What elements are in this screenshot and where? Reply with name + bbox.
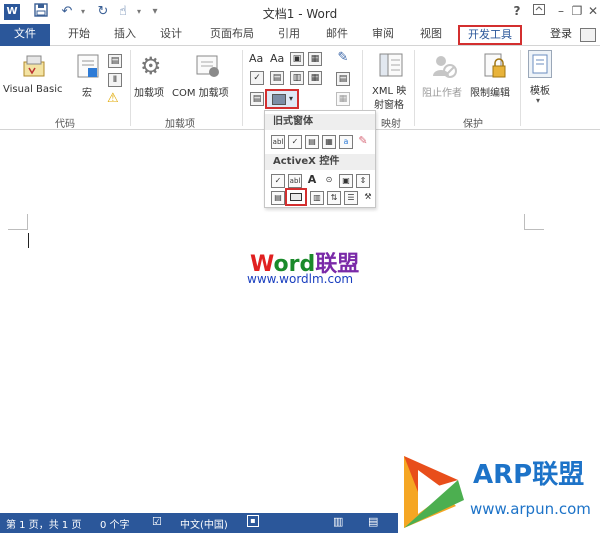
tab-insert[interactable]: 插入 xyxy=(106,24,144,46)
activex-listbox-icon[interactable]: ▥ xyxy=(310,191,324,205)
group-controls-icon[interactable]: ▦ xyxy=(336,92,350,106)
proofing-icon[interactable]: ☑ xyxy=(152,515,162,528)
macro-recording-icon[interactable]: ▪ xyxy=(247,515,259,527)
group-divider xyxy=(520,50,521,126)
legacy-checkbox-icon[interactable]: ✓ xyxy=(288,135,302,149)
group-divider xyxy=(414,50,415,126)
tab-review[interactable]: 审阅 xyxy=(364,24,402,46)
help-button[interactable]: ? xyxy=(506,2,528,20)
activex-image-icon[interactable]: ▣ xyxy=(339,174,353,188)
visual-basic-icon[interactable] xyxy=(20,52,48,83)
tab-view[interactable]: 视图 xyxy=(412,24,450,46)
watermark-url: www.wordlm.com xyxy=(247,272,354,286)
restrict-editing-icon[interactable] xyxy=(482,52,508,83)
building-block-control-icon[interactable]: ▦ xyxy=(308,52,322,66)
restrict-editing-button[interactable]: 限制编辑 xyxy=(470,84,510,99)
login-link[interactable]: 登录 xyxy=(550,24,572,46)
tab-developer[interactable]: 开发工具 xyxy=(458,25,522,45)
protect-group-label: 保护 xyxy=(463,119,483,130)
activex-option-button-icon[interactable]: ⊙ xyxy=(322,174,336,188)
legacy-tools-button[interactable]: ▾ xyxy=(265,89,299,109)
templates-chevron-down-icon[interactable]: ▾ xyxy=(536,96,540,105)
activex-checkbox-icon[interactable]: ✓ xyxy=(271,174,285,188)
insert-frame-icon[interactable]: ▦ xyxy=(322,135,336,149)
activex-combobox-icon[interactable]: ▤ xyxy=(271,191,285,205)
design-mode-icon[interactable]: ✎ xyxy=(336,51,350,66)
block-authors-icon[interactable] xyxy=(430,52,458,83)
templates-icon[interactable] xyxy=(528,50,552,78)
language-status[interactable]: 中文(中国) xyxy=(180,516,228,531)
word-count-status[interactable]: 0 个字 xyxy=(100,516,130,531)
arp-logo-badge: ARP联盟 www.arpun.com xyxy=(398,448,600,533)
rich-text-content-control-button[interactable]: Aa xyxy=(249,52,263,65)
arp-play-icon xyxy=(404,456,464,528)
dropdown-list-control-icon[interactable]: ▥ xyxy=(290,71,304,85)
activex-scrollbar-icon[interactable]: ☰ xyxy=(344,191,358,205)
properties-icon[interactable]: ▤ xyxy=(336,72,350,86)
page-count-status[interactable]: 第 1 页，共 1 页 xyxy=(6,516,81,531)
activex-textbox-icon[interactable]: abl xyxy=(288,174,302,188)
activex-label-icon[interactable]: A xyxy=(305,174,319,188)
text-cursor xyxy=(28,233,29,248)
arp-logo-url: www.arpun.com xyxy=(470,500,591,518)
macros-icon[interactable] xyxy=(76,52,100,83)
close-icon[interactable]: ✕ xyxy=(582,2,600,20)
legacy-text-field-icon[interactable]: abl xyxy=(271,135,285,149)
print-layout-icon[interactable]: ▤ xyxy=(368,515,378,528)
legacy-dropdown-field-icon[interactable]: ▤ xyxy=(305,135,319,149)
group-divider xyxy=(242,50,243,126)
combo-box-control-icon[interactable]: ▤ xyxy=(270,71,284,85)
tab-design[interactable]: 设计 xyxy=(152,24,190,46)
pause-recording-icon[interactable]: Ⅱ xyxy=(108,73,122,87)
xml-mapping-icon[interactable] xyxy=(378,52,404,81)
xml-mapping-button-line2[interactable]: 射窗格 xyxy=(374,96,404,111)
crop-mark-top-right xyxy=(524,214,544,230)
legacy-tools-dropdown: 旧式窗体 abl ✓ ▤ ▦ a ✎ ActiveX 控件 ✓ abl A ⊙ … xyxy=(264,110,376,208)
checkbox-content-control-icon[interactable]: ✓ xyxy=(250,71,264,85)
tab-references[interactable]: 引用 xyxy=(270,24,308,46)
activex-spin-button-icon[interactable]: ⇕ xyxy=(356,174,370,188)
code-group-label: 代码 xyxy=(55,119,75,130)
picture-content-control-icon[interactable]: ▣ xyxy=(290,52,304,66)
record-macro-icon[interactable]: ▤ xyxy=(108,54,122,68)
activex-more-controls-icon[interactable]: ⚒ xyxy=(361,191,375,205)
activex-controls-header: ActiveX 控件 xyxy=(265,154,375,170)
read-mode-icon[interactable]: ▥ xyxy=(333,515,343,528)
legacy-tools-icon xyxy=(272,94,286,105)
legacy-forms-header: 旧式窗体 xyxy=(265,114,375,130)
macro-security-icon[interactable]: ⚠ xyxy=(107,92,123,106)
addins-group-label: 加载项 xyxy=(165,119,195,130)
tab-file[interactable]: 文件 xyxy=(0,24,50,46)
crop-mark-top-left xyxy=(8,214,28,230)
arp-logo-title: ARP联盟 xyxy=(473,460,585,490)
visual-basic-button[interactable]: Visual Basic xyxy=(3,84,63,95)
activex-command-button-icon xyxy=(290,193,302,201)
group-divider xyxy=(130,50,131,126)
activex-toggle-button-icon[interactable]: ⇅ xyxy=(327,191,341,205)
reset-form-fields-icon[interactable]: ✎ xyxy=(356,135,370,149)
addins-gear-icon[interactable]: ⚙ xyxy=(140,52,162,80)
account-avatar-icon[interactable] xyxy=(580,28,596,42)
com-addins-button[interactable]: COM 加载项 xyxy=(172,84,229,99)
plain-text-content-control-button[interactable]: Aa xyxy=(270,52,284,65)
addins-button[interactable]: 加载项 xyxy=(134,84,164,99)
date-picker-control-icon[interactable]: ▦ xyxy=(308,71,322,85)
form-field-shading-icon[interactable]: a xyxy=(339,135,353,149)
xml-mapping-button-line1[interactable]: XML 映 xyxy=(372,82,406,97)
activex-command-button-highlight[interactable] xyxy=(285,188,307,206)
block-authors-button[interactable]: 阻止作者 xyxy=(422,84,462,99)
com-addins-icon[interactable] xyxy=(194,52,222,83)
chevron-down-icon: ▾ xyxy=(289,94,294,103)
tab-home[interactable]: 开始 xyxy=(60,24,98,46)
tab-mailings[interactable]: 邮件 xyxy=(318,24,356,46)
tab-page-layout[interactable]: 页面布局 xyxy=(204,24,260,46)
templates-button[interactable]: 模板 xyxy=(530,82,550,97)
macros-button[interactable]: 宏 xyxy=(82,84,92,99)
repeating-section-control-icon[interactable]: ▤ xyxy=(250,92,264,106)
ribbon-display-options-icon[interactable] xyxy=(528,2,550,20)
mapping-group-label: 映射 xyxy=(381,119,401,130)
